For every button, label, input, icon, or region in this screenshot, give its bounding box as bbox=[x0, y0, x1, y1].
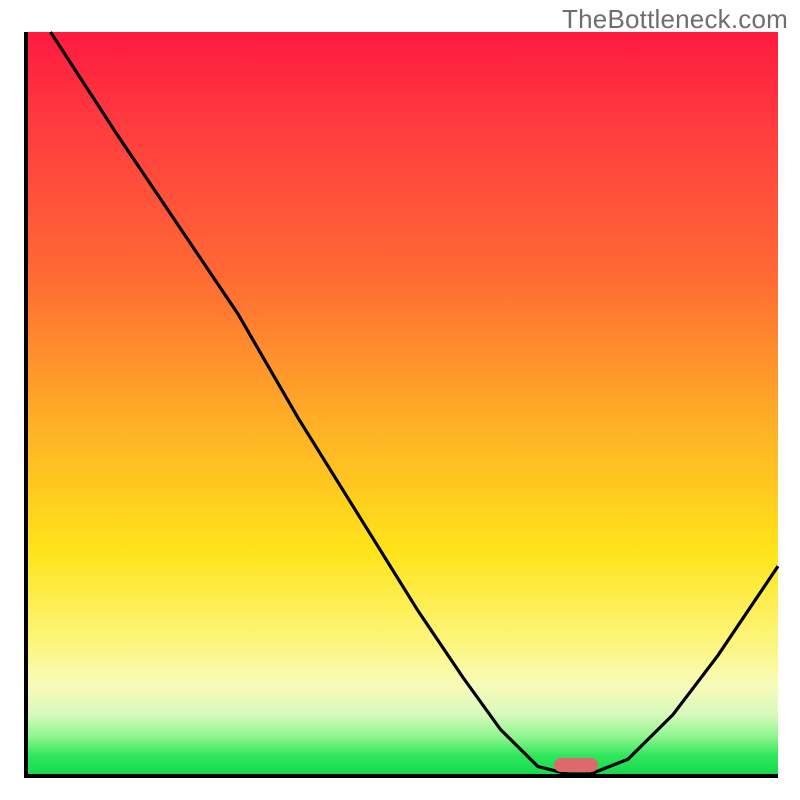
bottleneck-curve-path bbox=[51, 32, 779, 774]
curve-svg bbox=[28, 32, 778, 774]
plot-area bbox=[24, 32, 778, 778]
optimal-marker bbox=[554, 758, 598, 772]
watermark-text: TheBottleneck.com bbox=[562, 4, 788, 35]
chart-root: TheBottleneck.com bbox=[0, 0, 800, 800]
